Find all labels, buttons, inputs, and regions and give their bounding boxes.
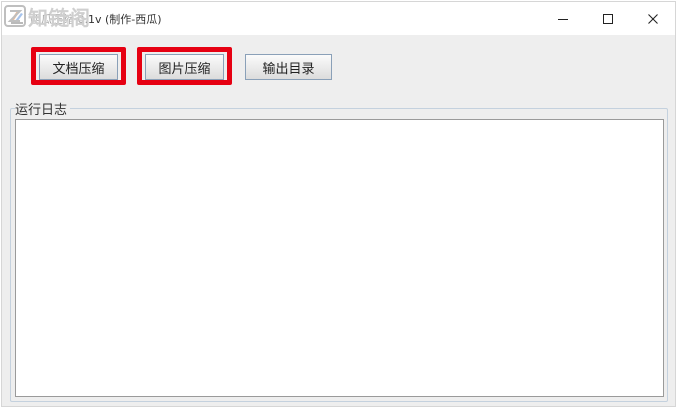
app-icon xyxy=(11,11,23,24)
title-bar[interactable]: 西瓜压缩 0.1v (制作-西瓜) xyxy=(2,2,675,35)
doc-compress-button[interactable]: 文档压缩 xyxy=(39,54,118,80)
minimize-icon xyxy=(558,18,568,20)
maximize-button[interactable] xyxy=(585,2,631,35)
close-icon xyxy=(648,13,658,24)
output-directory-button[interactable]: 输出目录 xyxy=(245,54,332,80)
minimize-button[interactable] xyxy=(540,2,586,35)
image-compress-button[interactable]: 图片压缩 xyxy=(145,54,224,80)
window-title: 西瓜压缩 0.1v (制作-西瓜) xyxy=(30,13,162,26)
log-output-area[interactable] xyxy=(15,119,664,397)
log-label: 运行日志 xyxy=(15,99,71,118)
close-button[interactable] xyxy=(630,2,676,35)
app-window: 西瓜压缩 0.1v (制作-西瓜) 文档压缩 图片压缩 输出目录 运行日志 xyxy=(1,1,676,407)
maximize-icon xyxy=(603,13,613,24)
